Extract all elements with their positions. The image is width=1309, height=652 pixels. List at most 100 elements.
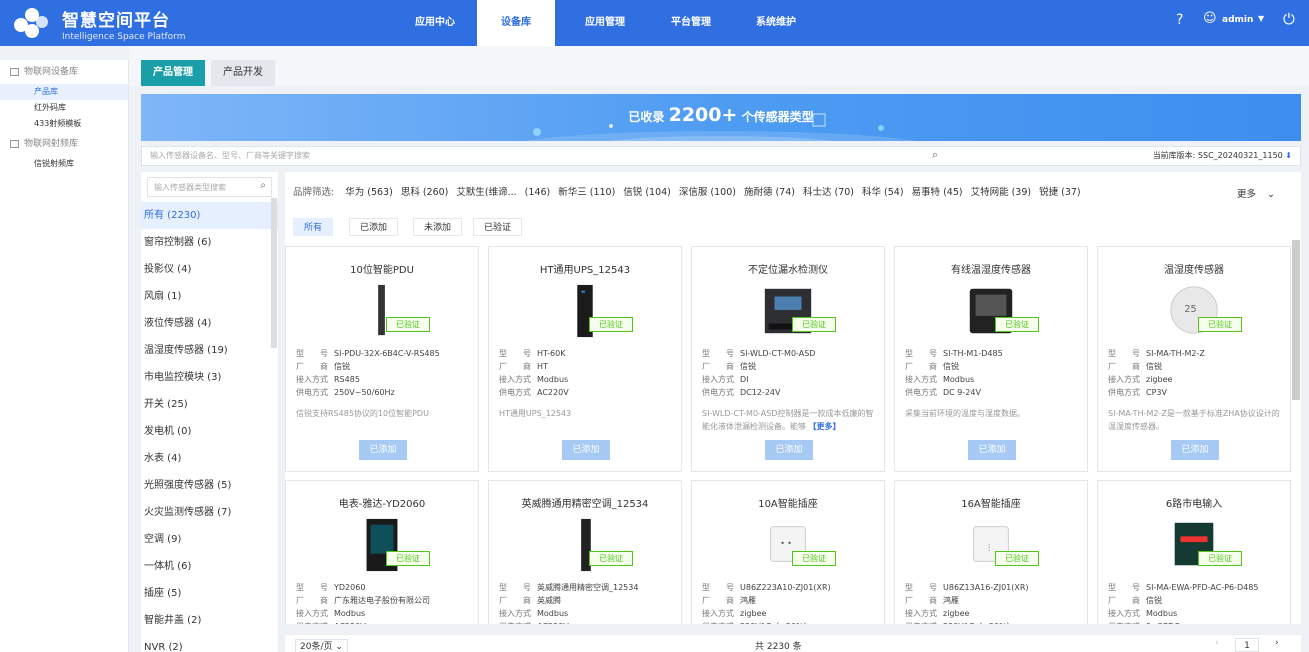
spec-key: 型 号 bbox=[499, 349, 531, 358]
grid-scrollbar[interactable] bbox=[1292, 240, 1300, 400]
next-page-icon[interactable]: › bbox=[1275, 638, 1279, 648]
product-card[interactable]: 10A智能插座 • • 已验证型 号 U86Z223A10-ZJ01(XR) 厂 商鸿雁… bbox=[691, 480, 885, 624]
spec-row: 厂 商广东雅达电子股份有限公司 bbox=[296, 594, 430, 607]
sidebar-item-ir-library[interactable]: 红外码库 bbox=[0, 100, 128, 116]
page-number[interactable]: 1 bbox=[1235, 638, 1259, 652]
product-card[interactable]: 有线温湿度传感器 已验证型 号 SI-TH-M1-D485 厂 商信锐 接入方式 Modb… bbox=[894, 246, 1088, 472]
category-item[interactable]: 市电监控模块 (3) bbox=[141, 364, 278, 391]
product-card[interactable]: 电表-雅达-YD2060 已验证型 号 YD2060 厂 商广东雅达电子股份有限公司接… bbox=[285, 480, 479, 624]
brand-item[interactable]: 信锐 (104) bbox=[623, 187, 671, 198]
tab-product-development[interactable]: 产品开发 bbox=[211, 60, 275, 86]
category-item[interactable]: 投影仪 (4) bbox=[141, 256, 278, 283]
brand-item[interactable]: 思科 (260) bbox=[401, 187, 449, 198]
added-button[interactable]: 已添加 bbox=[968, 440, 1016, 460]
brand-item[interactable]: 华为 (563) bbox=[345, 187, 393, 198]
device-search-bar: 输入传感器设备名、型号、厂商等关键字搜索 ⌕ 当前库版本: SSC_202403… bbox=[141, 146, 1301, 166]
category-item[interactable]: 发电机 (0) bbox=[141, 418, 278, 445]
category-item[interactable]: 空调 (9) bbox=[141, 526, 278, 553]
brand-item[interactable]: 科士达 (70) bbox=[803, 187, 854, 198]
tab-product-management[interactable]: 产品管理 bbox=[141, 60, 205, 86]
search-icon[interactable]: ⌕ bbox=[260, 180, 266, 191]
nav-app-management[interactable]: 应用管理 bbox=[566, 0, 644, 46]
sidebar-item-product-library[interactable]: 产品库 bbox=[0, 84, 128, 100]
search-input[interactable]: 输入传感器设备名、型号、厂商等关键字搜索 bbox=[150, 150, 310, 161]
nav-app-center[interactable]: 应用中心 bbox=[396, 0, 474, 46]
power-icon[interactable]: ⏻ bbox=[1283, 10, 1295, 28]
category-item[interactable]: 火灾监测传感器 (7) bbox=[141, 499, 278, 526]
svg-text:• •: • • bbox=[780, 539, 792, 548]
product-card[interactable]: 16A智能插座 ⋮ 已验证型 号 U86Z13A16-ZJ01(XR) 厂 商鸿雁 接入方… bbox=[894, 480, 1088, 624]
category-item[interactable]: 一体机 (6) bbox=[141, 553, 278, 580]
category-scrollbar[interactable] bbox=[271, 198, 277, 348]
download-icon[interactable]: ⬇ bbox=[1285, 151, 1292, 160]
product-card[interactable]: 温湿度传感器 25 已验证型 号 SI-MA-TH-M2-Z 厂 商信锐 接入方式 zigb… bbox=[1097, 246, 1291, 472]
library-version: 当前库版本: SSC_20240321_1150 ⬇ bbox=[1153, 150, 1292, 161]
filter-added[interactable]: 已添加 bbox=[349, 218, 399, 236]
added-button[interactable]: 已添加 bbox=[1171, 440, 1219, 460]
brand-more-button[interactable]: 更多 ⌄ bbox=[1237, 186, 1283, 200]
search-icon[interactable]: ⌕ bbox=[932, 148, 938, 162]
brand-item[interactable]: 艾特网能 (39) bbox=[971, 187, 1032, 198]
brand-item[interactable]: (146) bbox=[525, 187, 551, 198]
added-button[interactable]: 已添加 bbox=[562, 440, 610, 460]
product-specs: 型 号 SI-MA-TH-M2-Z 厂 商信锐 接入方式 zigbee 供电方式 CP3V bbox=[1108, 347, 1205, 399]
product-card[interactable]: 英威腾通用精密空调_12534 已验证型 号英威腾通用精密空调_12534 厂 商英… bbox=[488, 480, 682, 624]
spec-power: CP3V bbox=[1146, 388, 1167, 397]
nav-platform-management[interactable]: 平台管理 bbox=[652, 0, 730, 46]
category-item[interactable]: NVR (2) bbox=[141, 634, 278, 652]
category-search-placeholder: 输入传感器类型搜索 bbox=[154, 183, 226, 192]
filter-not-added[interactable]: 未添加 bbox=[413, 218, 463, 236]
description-text: HT通用UPS_12543 bbox=[499, 409, 572, 418]
help-icon[interactable]: ? bbox=[1176, 12, 1183, 28]
brand-item[interactable]: 深信服 (100) bbox=[679, 187, 736, 198]
brand-filter: 品牌筛选: 华为 (563) 思科 (260) 艾默生(维谛... (146) 新华三 … bbox=[285, 172, 1301, 210]
more-link[interactable]: 【更多】 bbox=[809, 422, 841, 431]
spec-access: DI bbox=[740, 375, 749, 384]
product-description: SI-WLD-CT-M0-ASD控制器是一款成本低廉的智能化液体泄漏检测设备。能… bbox=[702, 407, 878, 433]
category-item[interactable]: 液位传感器 (4) bbox=[141, 310, 278, 337]
category-search-input[interactable]: 输入传感器类型搜索 ⌕ bbox=[147, 177, 272, 197]
category-item[interactable]: 光照强度传感器 (5) bbox=[141, 472, 278, 499]
spec-access: Modbus bbox=[537, 375, 569, 384]
category-item[interactable]: 开关 (25) bbox=[141, 391, 278, 418]
category-item[interactable]: 温湿度传感器 (19) bbox=[141, 337, 278, 364]
product-card[interactable]: 10位智能PDU 已验证型 号 SI-PDU-32X-6B4C-V-RS485 厂 商… bbox=[285, 246, 479, 472]
user-icon[interactable]: ☺ bbox=[1203, 11, 1217, 26]
pagination: 20条/页 ⌄ 共 2230 条 ‹ 1 › bbox=[285, 634, 1301, 652]
prev-page-icon[interactable]: ‹ bbox=[1215, 638, 1219, 648]
category-item[interactable]: 插座 (5) bbox=[141, 580, 278, 607]
filter-verified[interactable]: 已验证 bbox=[473, 218, 523, 236]
product-card[interactable]: 6路市电输入 已验证型 号 SI-MA-EWA-PFD-AC-P6-D485 厂 商信… bbox=[1097, 480, 1291, 624]
brand-item[interactable]: 艾默生(维谛... bbox=[456, 187, 516, 198]
sidebar-group-iot-rf[interactable]: 物联网射频库 bbox=[0, 132, 128, 156]
category-item[interactable]: 所有 (2230) bbox=[141, 202, 278, 229]
version-text: 当前库版本: SSC_20240321_1150 bbox=[1152, 151, 1283, 160]
filter-all[interactable]: 所有 bbox=[293, 218, 334, 236]
category-item[interactable]: 风扇 (1) bbox=[141, 283, 278, 310]
brand-item[interactable]: 科华 (54) bbox=[862, 187, 904, 198]
brand-item[interactable]: 易事特 (45) bbox=[912, 187, 963, 198]
added-button[interactable]: 已添加 bbox=[765, 440, 813, 460]
category-item[interactable]: 水表 (4) bbox=[141, 445, 278, 472]
category-item[interactable]: 窗帘控制器 (6) bbox=[141, 229, 278, 256]
spec-model: SI-MA-TH-M2-Z bbox=[1146, 349, 1205, 358]
spec-row: 接入方式 zigbee bbox=[1108, 373, 1205, 386]
category-item[interactable]: 智能井盖 (2) bbox=[141, 607, 278, 634]
product-card[interactable]: 不定位漏水检测仪 已验证型 号 SI-WLD-CT-M0-ASD 厂 商信锐 接入方式 D… bbox=[691, 246, 885, 472]
sidebar-item-sundray-rf[interactable]: 信锐射频库 bbox=[0, 156, 128, 172]
chevron-down-icon[interactable]: ▼ bbox=[1258, 14, 1264, 23]
sidebar-group-iot-device[interactable]: 物联网设备库 bbox=[0, 60, 128, 84]
product-card[interactable]: HT通用UPS_12543 已验证型 号 HT-60K 厂 商 HT 接入方式 Modbus… bbox=[488, 246, 682, 472]
username[interactable]: admin bbox=[1222, 15, 1253, 25]
brand-item[interactable]: 锐捷 (37) bbox=[1039, 187, 1081, 198]
spec-model: YD2060 bbox=[334, 583, 366, 592]
nav-system-maintenance[interactable]: 系统维护 bbox=[737, 0, 815, 46]
brand-item[interactable]: 施耐德 (74) bbox=[744, 187, 795, 198]
sidebar-item-433-template[interactable]: 433射频模板 bbox=[0, 116, 128, 132]
spec-row: 供电方式AC220V bbox=[296, 620, 430, 624]
spec-vendor: HT bbox=[537, 362, 548, 371]
nav-device-library[interactable]: 设备库 bbox=[477, 0, 555, 46]
brand-item[interactable]: 新华三 (110) bbox=[558, 187, 615, 198]
page-size-select[interactable]: 20条/页 ⌄ bbox=[295, 639, 348, 652]
added-button[interactable]: 已添加 bbox=[359, 440, 407, 460]
